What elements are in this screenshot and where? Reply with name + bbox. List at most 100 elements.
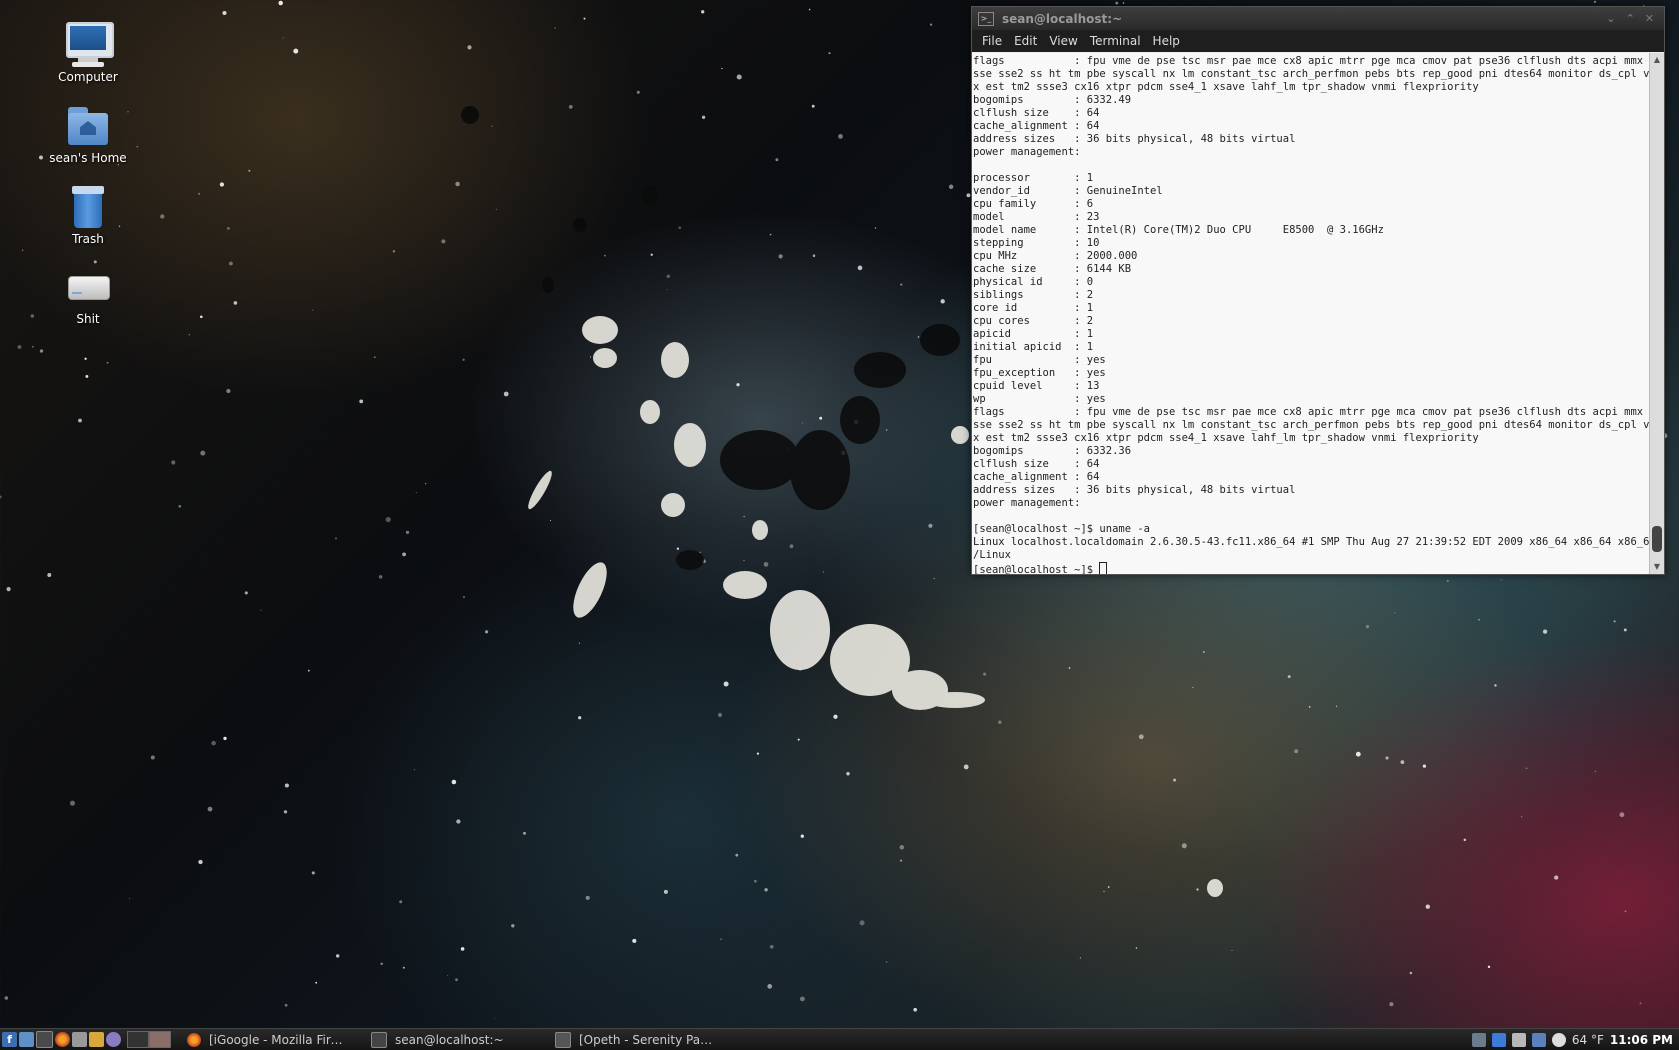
star bbox=[800, 834, 804, 838]
weather-temperature[interactable]: 64 °F bbox=[1572, 1033, 1604, 1047]
star bbox=[822, 571, 825, 573]
star bbox=[874, 227, 877, 229]
star bbox=[1196, 888, 1199, 891]
desktop-icon-home[interactable]: sean's Home bbox=[33, 101, 143, 165]
star bbox=[47, 573, 52, 577]
desktop-icon-trash[interactable]: Trash bbox=[33, 182, 143, 246]
star bbox=[802, 422, 804, 424]
fedora-menu-icon[interactable]: f bbox=[2, 1032, 17, 1047]
task-label: [iGoogle - Mozilla Firef... bbox=[209, 1032, 347, 1047]
star bbox=[199, 315, 203, 319]
star bbox=[399, 900, 403, 904]
workspace-1[interactable] bbox=[127, 1031, 149, 1048]
network-monitor-icon[interactable] bbox=[1471, 1032, 1486, 1047]
star bbox=[456, 819, 461, 824]
bluetooth-icon[interactable] bbox=[1491, 1032, 1506, 1047]
firefox-launcher-icon[interactable] bbox=[55, 1032, 70, 1047]
chat-launcher-icon[interactable] bbox=[106, 1032, 121, 1047]
star bbox=[211, 740, 216, 746]
terminal-prompt: [sean@localhost ~]$ bbox=[973, 564, 1100, 574]
scrollbar-thumb[interactable] bbox=[1652, 526, 1662, 552]
star bbox=[963, 764, 969, 770]
desktop-icon-label: sean's Home bbox=[49, 151, 127, 165]
star bbox=[4, 996, 9, 1000]
maximize-icon[interactable]: ⌃ bbox=[1626, 12, 1635, 25]
star bbox=[222, 10, 227, 16]
star bbox=[503, 391, 509, 397]
star bbox=[278, 0, 283, 6]
star bbox=[717, 712, 723, 717]
file-manager-icon[interactable] bbox=[19, 1032, 34, 1047]
minimize-icon[interactable]: ⌄ bbox=[1606, 12, 1615, 25]
terminal-launcher-icon[interactable] bbox=[36, 1031, 53, 1048]
star bbox=[1308, 706, 1311, 708]
clock[interactable]: 11:06 PM bbox=[1610, 1033, 1673, 1047]
desktop-icon-computer[interactable]: Computer bbox=[33, 20, 143, 84]
menu-file[interactable]: File bbox=[976, 34, 1008, 48]
close-icon[interactable]: ✕ bbox=[1645, 12, 1654, 25]
star bbox=[1389, 1002, 1394, 1007]
desktop-icon-label: Shit bbox=[76, 312, 100, 326]
star bbox=[743, 515, 745, 518]
task-firefox[interactable]: [iGoogle - Mozilla Firef... bbox=[179, 1030, 355, 1049]
menu-edit[interactable]: Edit bbox=[1008, 34, 1043, 48]
star bbox=[754, 879, 757, 883]
star bbox=[380, 962, 383, 965]
window-titlebar[interactable]: >_ sean@localhost:~ ⌄ ⌃ ✕ bbox=[972, 7, 1664, 30]
network-icon[interactable] bbox=[1531, 1032, 1546, 1047]
star bbox=[1619, 812, 1625, 818]
star bbox=[1521, 816, 1523, 818]
star bbox=[676, 547, 680, 550]
menu-terminal[interactable]: Terminal bbox=[1084, 34, 1147, 48]
star bbox=[129, 898, 131, 900]
scroll-down-icon[interactable]: ▼ bbox=[1650, 560, 1664, 574]
star bbox=[373, 356, 376, 359]
star bbox=[244, 591, 248, 595]
terminal-output[interactable]: flags : fpu vme de pse tsc msr pae mce c… bbox=[972, 53, 1650, 574]
star bbox=[1173, 778, 1177, 782]
star bbox=[1478, 619, 1480, 621]
scrollbar[interactable]: ▲ ▼ bbox=[1649, 53, 1664, 574]
star bbox=[160, 214, 165, 219]
tools-launcher-icon[interactable] bbox=[89, 1032, 104, 1047]
star bbox=[69, 800, 76, 806]
star bbox=[1107, 886, 1110, 888]
volume-icon[interactable] bbox=[1511, 1032, 1526, 1047]
task-music-player[interactable]: [Opeth - Serenity Pain... bbox=[547, 1030, 723, 1049]
star bbox=[678, 226, 682, 229]
star bbox=[1068, 667, 1071, 669]
star bbox=[554, 27, 556, 29]
star bbox=[227, 227, 230, 230]
desktop-icon-label: Trash bbox=[72, 232, 104, 246]
star bbox=[402, 966, 405, 969]
star bbox=[282, 37, 284, 39]
star bbox=[578, 642, 581, 644]
task-terminal[interactable]: sean@localhost:~ bbox=[363, 1030, 539, 1049]
desktop-icon-drive[interactable]: Shit bbox=[33, 262, 143, 326]
menu-help[interactable]: Help bbox=[1147, 34, 1186, 48]
star bbox=[150, 755, 155, 760]
star bbox=[312, 309, 314, 311]
star bbox=[736, 74, 742, 80]
star bbox=[233, 301, 238, 305]
star bbox=[933, 577, 935, 580]
terminal-window[interactable]: >_ sean@localhost:~ ⌄ ⌃ ✕ File Edit View… bbox=[971, 6, 1665, 575]
star bbox=[462, 358, 465, 361]
star bbox=[900, 283, 903, 286]
star bbox=[1400, 760, 1405, 765]
star bbox=[828, 52, 831, 55]
star bbox=[769, 944, 774, 949]
star bbox=[405, 530, 410, 535]
star bbox=[413, 768, 416, 771]
menu-view[interactable]: View bbox=[1043, 34, 1083, 48]
star bbox=[998, 720, 1002, 724]
star bbox=[983, 672, 987, 676]
workspace-2[interactable] bbox=[149, 1031, 171, 1048]
star bbox=[495, 209, 497, 210]
weather-icon[interactable] bbox=[1551, 1032, 1566, 1047]
star bbox=[425, 483, 427, 485]
scroll-up-icon[interactable]: ▲ bbox=[1650, 53, 1664, 67]
star bbox=[198, 859, 203, 865]
settings-launcher-icon[interactable] bbox=[72, 1032, 87, 1047]
home-folder-icon bbox=[64, 101, 112, 149]
